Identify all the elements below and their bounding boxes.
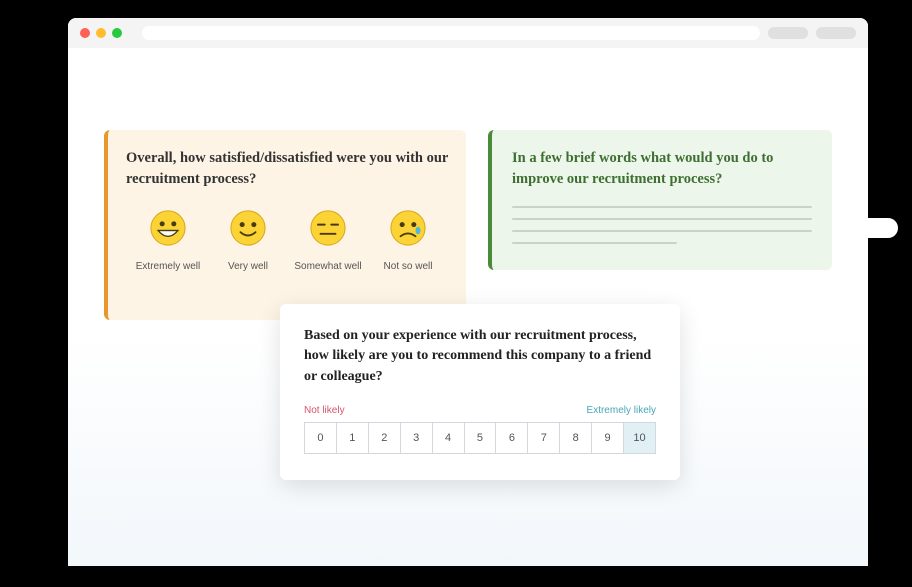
nps-card: Based on your experience with our recrui… <box>280 304 680 480</box>
nps-cell-8[interactable]: 8 <box>560 423 592 453</box>
nps-low-label: Not likely <box>304 405 345 416</box>
smile-icon <box>228 208 268 253</box>
emoji-options-row: Extremely well Very well <box>126 208 450 272</box>
emoji-label: Very well <box>228 261 268 272</box>
emoji-label: Somewhat well <box>294 261 361 272</box>
nps-question: Based on your experience with our recrui… <box>304 326 656 387</box>
improvement-question: In a few brief words what would you do t… <box>512 148 812 190</box>
emoji-label: Not so well <box>384 261 433 272</box>
text-line <box>512 206 812 208</box>
emoji-label: Extremely well <box>136 261 200 272</box>
url-bar[interactable] <box>142 26 760 40</box>
text-line <box>512 230 812 232</box>
window-close-icon[interactable] <box>80 28 90 38</box>
nps-scale-labels: Not likely Extremely likely <box>304 405 656 416</box>
emoji-option-somewhat-well[interactable]: Somewhat well <box>288 208 368 272</box>
toolbar-pill <box>768 27 808 39</box>
improvement-card: In a few brief words what would you do t… <box>488 130 832 270</box>
nps-cell-9[interactable]: 9 <box>592 423 624 453</box>
emoji-option-very-well[interactable]: Very well <box>208 208 288 272</box>
nps-cell-2[interactable]: 2 <box>369 423 401 453</box>
nps-cell-6[interactable]: 6 <box>496 423 528 453</box>
nps-high-label: Extremely likely <box>587 405 656 416</box>
browser-window: Overall, how satisfied/dissatisfied were… <box>68 18 868 566</box>
nps-cell-5[interactable]: 5 <box>465 423 497 453</box>
nps-cell-0[interactable]: 0 <box>305 423 337 453</box>
emoji-option-extremely-well[interactable]: Extremely well <box>128 208 208 272</box>
emoji-option-not-so-well[interactable]: Not so well <box>368 208 448 272</box>
satisfaction-question: Overall, how satisfied/dissatisfied were… <box>126 148 450 190</box>
nps-cell-4[interactable]: 4 <box>433 423 465 453</box>
text-input-placeholder[interactable] <box>512 206 812 244</box>
window-maximize-icon[interactable] <box>112 28 122 38</box>
satisfaction-card: Overall, how satisfied/dissatisfied were… <box>104 130 466 320</box>
decorative-arrow <box>858 218 898 238</box>
nps-scale: 012345678910 <box>304 422 656 454</box>
sad-icon <box>388 208 428 253</box>
nps-cell-7[interactable]: 7 <box>528 423 560 453</box>
grin-icon <box>148 208 188 253</box>
window-minimize-icon[interactable] <box>96 28 106 38</box>
neutral-icon <box>308 208 348 253</box>
nps-cell-3[interactable]: 3 <box>401 423 433 453</box>
text-line <box>512 242 677 244</box>
toolbar-pill <box>816 27 856 39</box>
browser-titlebar <box>68 18 868 48</box>
text-line <box>512 218 812 220</box>
nps-cell-1[interactable]: 1 <box>337 423 369 453</box>
page-content: Overall, how satisfied/dissatisfied were… <box>68 48 868 566</box>
nps-cell-10[interactable]: 10 <box>624 423 655 453</box>
